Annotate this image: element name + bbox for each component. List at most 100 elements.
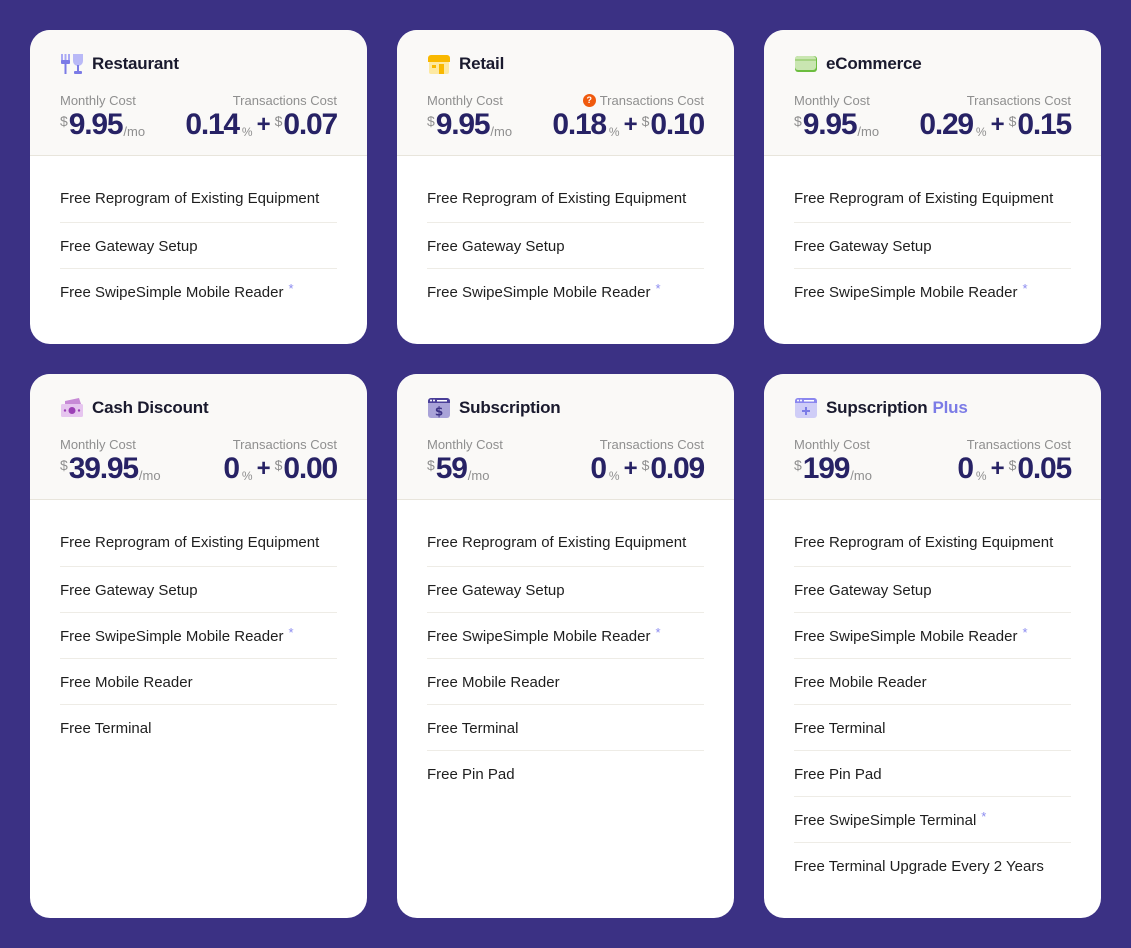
store-icon — [427, 53, 451, 75]
rate-value: 0 — [957, 452, 974, 485]
plans-row-2: Cash Discount Monthly Cost Transactions … — [30, 374, 1101, 918]
svg-text:$: $ — [435, 405, 443, 419]
monthly-price: $ 9.95 /mo — [794, 109, 879, 141]
per-month-unit: /mo — [857, 124, 880, 139]
fee-value: 0.07 — [283, 108, 338, 141]
feature-item: Free Gateway Setup — [427, 567, 704, 613]
asterisk-footnote-icon: * — [981, 808, 987, 824]
currency-symbol: $ — [641, 457, 650, 473]
feature-item: Free Terminal — [60, 705, 337, 751]
plan-card-subscription-plus[interactable]: Supscription Plus Monthly Cost Transactio… — [764, 374, 1101, 918]
cost-values: $ 59 /mo 0 % + $ 0.09 — [427, 452, 705, 485]
feature-item: Free Terminal — [794, 705, 1071, 751]
transactions-cost-label: Transactions Cost — [232, 92, 337, 108]
plan-card-retail[interactable]: Retail Monthly Cost ? Transactions Cost … — [397, 30, 734, 344]
asterisk-footnote-icon: * — [1022, 624, 1028, 640]
plan-card-restaurant[interactable]: Restaurant Monthly Cost Transactions Cos… — [30, 30, 367, 344]
currency-symbol: $ — [794, 113, 802, 129]
monthly-price: $ 9.95 /mo — [427, 109, 512, 141]
monthly-price: $ 39.95 /mo — [60, 453, 161, 485]
feature-text: Free Reprogram of Existing Equipment — [60, 534, 320, 551]
plan-card-cash-discount[interactable]: Cash Discount Monthly Cost Transactions … — [30, 374, 367, 918]
subscription-plus-icon — [794, 397, 818, 419]
transaction-price: 0.29 % + $ 0.15 — [919, 108, 1072, 141]
feature-item: Free SwipeSimple Mobile Reader * — [794, 613, 1071, 659]
transactions-cost-label: Transactions Cost — [232, 436, 337, 452]
cost-labels: Monthly Cost Transactions Cost — [60, 92, 337, 109]
feature-text: Free Reprogram of Existing Equipment — [60, 190, 320, 207]
plan-title-row: Retail — [427, 52, 704, 76]
plan-title-row: $ Subscription — [427, 396, 704, 420]
monthly-cost-label: Monthly Cost — [427, 93, 503, 108]
plan-card-ecommerce[interactable]: eCommerce Monthly Cost Transactions Cost… — [764, 30, 1101, 344]
plan-title: Subscription — [459, 398, 561, 418]
cost-values: $ 9.95 /mo 0.29 % + $ 0.15 — [794, 108, 1072, 141]
plus-sign: + — [256, 455, 271, 482]
feature-item: Free Pin Pad — [427, 751, 704, 797]
plans-row-1: Restaurant Monthly Cost Transactions Cos… — [30, 30, 1101, 344]
fee-value: 0.10 — [650, 108, 705, 141]
feature-item: Free Gateway Setup — [427, 223, 704, 269]
restaurant-icon — [60, 53, 84, 75]
plan-name: Supscription — [826, 398, 928, 417]
transactions-cost-label: Transactions Cost — [599, 436, 704, 452]
feature-item: Free Terminal Upgrade Every 2 Years — [794, 843, 1071, 889]
fee-value: 0.15 — [1017, 108, 1072, 141]
asterisk-footnote-icon: * — [288, 624, 294, 640]
feature-text: Free SwipeSimple Mobile Reader — [427, 284, 651, 301]
monthly-cost-label: Monthly Cost — [60, 93, 136, 108]
feature-item: Free Reprogram of Existing Equipment — [60, 176, 337, 223]
percent-symbol: % — [241, 469, 253, 483]
plan-card-subscription[interactable]: $ Subscription Monthly Cost Transactions… — [397, 374, 734, 918]
cost-values: $ 9.95 /mo 0.18 % + $ 0.10 — [427, 108, 705, 141]
asterisk-footnote-icon: * — [288, 281, 294, 296]
per-month-unit: /mo — [138, 468, 161, 483]
feature-text: Free Gateway Setup — [427, 237, 565, 255]
plan-header: Restaurant Monthly Cost Transactions Cos… — [30, 30, 367, 156]
feature-list: Free Reprogram of Existing Equipment Free… — [30, 500, 367, 751]
rate-value: 0.18 — [552, 108, 607, 141]
feature-item: Free Mobile Reader — [60, 659, 337, 705]
feature-text: Free Pin Pad — [427, 766, 515, 783]
feature-text: Free Reprogram of Existing Equipment — [427, 534, 687, 551]
feature-text: Free Gateway Setup — [794, 237, 932, 255]
plan-header: Supscription Plus Monthly Cost Transactio… — [764, 374, 1101, 500]
plan-name: Retail — [459, 54, 505, 73]
cost-labels: Monthly Cost ? Transactions Cost — [427, 93, 704, 109]
monthly-price-value: 9.95 — [68, 108, 124, 141]
cost-labels: Monthly Cost Transactions Cost — [794, 93, 1071, 109]
feature-item: Free SwipeSimple Mobile Reader * — [427, 269, 704, 315]
rate-value: 0.29 — [919, 108, 974, 141]
monthly-price: $ 59 /mo — [427, 453, 489, 485]
feature-text: Free Gateway Setup — [794, 581, 932, 599]
feature-text: Free Mobile Reader — [60, 673, 193, 691]
per-month-unit: /mo — [123, 124, 146, 139]
transactions-cost-label-wrap: Transactions Cost — [232, 92, 337, 108]
plus-sign: + — [990, 111, 1005, 138]
plan-header: eCommerce Monthly Cost Transactions Cost… — [764, 30, 1101, 156]
asterisk-footnote-icon: * — [655, 281, 661, 296]
currency-symbol: $ — [427, 113, 435, 129]
help-icon[interactable]: ? — [582, 93, 596, 107]
plan-title: Supscription Plus — [826, 398, 968, 418]
plan-title: Cash Discount — [92, 398, 209, 418]
feature-text: Free Mobile Reader — [794, 673, 927, 691]
plus-sign: + — [990, 455, 1005, 482]
currency-symbol: $ — [60, 113, 68, 129]
feature-list: Free Reprogram of Existing Equipment Free… — [397, 156, 734, 315]
plan-name: Subscription — [459, 398, 561, 417]
monthly-price-value: 39.95 — [68, 452, 139, 485]
feature-text: Free Gateway Setup — [427, 581, 565, 599]
transaction-price: 0 % + $ 0.05 — [957, 452, 1072, 485]
feature-item: Free Terminal — [427, 705, 704, 751]
feature-text: Free Terminal Upgrade Every 2 Years — [794, 858, 1044, 875]
percent-symbol: % — [241, 125, 253, 139]
feature-item: Free SwipeSimple Mobile Reader * — [794, 269, 1071, 315]
monthly-price-value: 9.95 — [802, 108, 858, 141]
feature-text: Free SwipeSimple Mobile Reader — [60, 627, 284, 645]
plan-title-row: Supscription Plus — [794, 396, 1071, 420]
fee-value: 0.09 — [650, 452, 705, 485]
feature-text: Free SwipeSimple Terminal — [794, 811, 977, 829]
cost-labels: Monthly Cost Transactions Cost — [794, 437, 1071, 453]
feature-text: Free SwipeSimple Mobile Reader — [794, 284, 1018, 301]
